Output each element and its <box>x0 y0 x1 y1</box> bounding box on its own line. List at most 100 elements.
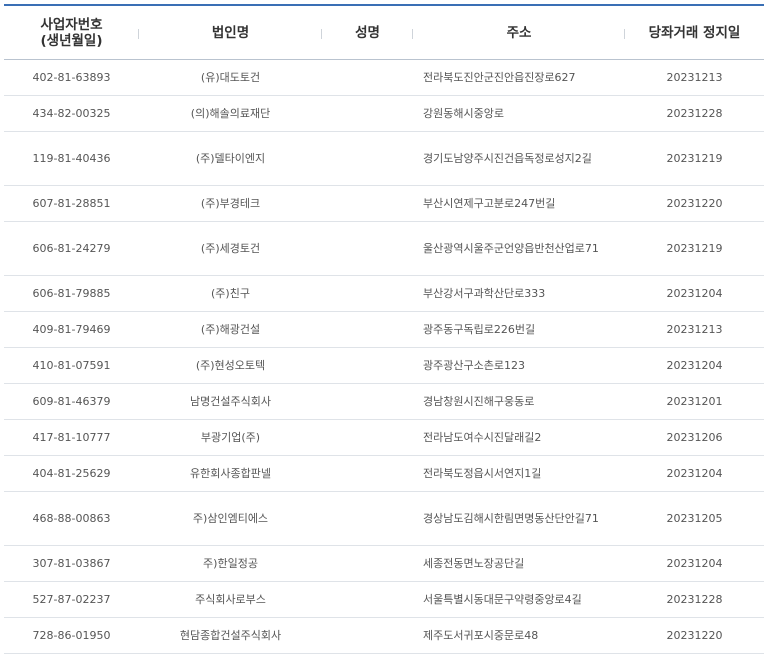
cell-corp-name: 주)삼인엠티에스 <box>139 491 322 546</box>
cell-address: 경남창원시진해구웅동로 <box>413 383 625 420</box>
cell-stop-date: 20231220 <box>625 617 764 654</box>
cell-address: 전라북도정읍시서연지1길 <box>413 455 625 492</box>
table-row: 409-81-79469 (주)해광건설 광주동구독립로226번길 20231213 <box>4 311 764 348</box>
cell-biz-no: 404-81-25629 <box>4 455 139 492</box>
cell-biz-no: 527-87-02237 <box>4 581 139 618</box>
cell-biz-no: 434-82-00325 <box>4 95 139 132</box>
cell-person-name <box>322 617 413 654</box>
cell-biz-no: 607-81-28851 <box>4 185 139 222</box>
table-row: 410-81-07591 (주)현성오토텍 광주광산구소촌로123 20231204 <box>4 347 764 384</box>
table-row: 468-88-00863 주)삼인엠티에스 경상남도김해시한림면명동산단안길71 20… <box>4 491 764 546</box>
cell-corp-name: (의)해솔의료재단 <box>139 95 322 132</box>
cell-address: 서울특별시동대문구약령중앙로4길 <box>413 581 625 618</box>
cell-corp-name: 현담종합건설주식회사 <box>139 617 322 654</box>
header-biz-no-line1: 사업자번호 <box>40 16 103 33</box>
cell-address: 울산광역시울주군언양읍반천산업로71 <box>413 221 625 276</box>
cell-address: 부산시연제구고분로247번길 <box>413 185 625 222</box>
cell-corp-name: 남명건설주식회사 <box>139 383 322 420</box>
cell-person-name <box>322 275 413 312</box>
header-biz-no-line2: (생년월일) <box>40 32 103 49</box>
cell-biz-no: 609-81-46379 <box>4 383 139 420</box>
cell-biz-no: 402-81-63893 <box>4 59 139 96</box>
table-row: 119-81-40436 (주)델타이엔지 경기도남양주시진건읍독정로성지2길 202… <box>4 131 764 186</box>
cell-biz-no: 606-81-79885 <box>4 275 139 312</box>
cell-corp-name: 유한회사종합판넬 <box>139 455 322 492</box>
table-row: 607-81-28851 (주)부경테크 부산시연제구고분로247번길 2023122… <box>4 185 764 222</box>
cell-biz-no: 119-81-40436 <box>4 131 139 186</box>
cell-address: 경상남도김해시한림면명동산단안길71 <box>413 491 625 546</box>
cell-biz-no: 410-81-07591 <box>4 347 139 384</box>
cell-stop-date: 20231204 <box>625 347 764 384</box>
table-row: 434-82-00325 (의)해솔의료재단 강원동해시중앙로 20231228 <box>4 95 764 132</box>
cell-address: 경기도남양주시진건읍독정로성지2길 <box>413 131 625 186</box>
suspended-accounts-table-wrapper: 사업자번호 (생년월일) 법인명 성명 주소 당좌거래 정지일 402-81-6… <box>4 4 764 654</box>
cell-address: 전라남도여수시진달래길2 <box>413 419 625 456</box>
cell-person-name <box>322 545 413 582</box>
cell-stop-date: 20231228 <box>625 95 764 132</box>
cell-person-name <box>322 311 413 348</box>
cell-stop-date: 20231204 <box>625 275 764 312</box>
table-row: 527-87-02237 주식회사로부스 서울특별시동대문구약령중앙로4길 20231… <box>4 581 764 618</box>
cell-address: 세종전동면노장공단길 <box>413 545 625 582</box>
table-body: 402-81-63893 (유)대도토건 전라북도진안군진안읍진장로627 20231… <box>4 59 764 654</box>
cell-biz-no: 728-86-01950 <box>4 617 139 654</box>
cell-address: 광주광산구소촌로123 <box>413 347 625 384</box>
cell-stop-date: 20231213 <box>625 311 764 348</box>
table-row: 606-81-79885 (주)친구 부산강서구과학산단로333 20231204 <box>4 275 764 312</box>
header-stop-date-label: 당좌거래 정지일 <box>648 24 741 41</box>
cell-stop-date: 20231204 <box>625 545 764 582</box>
cell-stop-date: 20231201 <box>625 383 764 420</box>
cell-person-name <box>322 455 413 492</box>
cell-address: 광주동구독립로226번길 <box>413 311 625 348</box>
cell-person-name <box>322 221 413 276</box>
cell-person-name <box>322 419 413 456</box>
header-row: 사업자번호 (생년월일) 법인명 성명 주소 당좌거래 정지일 <box>4 5 764 60</box>
cell-person-name <box>322 95 413 132</box>
cell-biz-no: 468-88-00863 <box>4 491 139 546</box>
cell-corp-name: (주)부경테크 <box>139 185 322 222</box>
table-row: 307-81-03867 주)한일정공 세종전동면노장공단길 20231204 <box>4 545 764 582</box>
cell-corp-name: (주)세경토건 <box>139 221 322 276</box>
table-row: 404-81-25629 유한회사종합판넬 전라북도정읍시서연지1길 20231204 <box>4 455 764 492</box>
cell-corp-name: (주)해광건설 <box>139 311 322 348</box>
cell-stop-date: 20231220 <box>625 185 764 222</box>
cell-stop-date: 20231205 <box>625 491 764 546</box>
cell-stop-date: 20231228 <box>625 581 764 618</box>
cell-biz-no: 417-81-10777 <box>4 419 139 456</box>
table-row: 609-81-46379 남명건설주식회사 경남창원시진해구웅동로 20231201 <box>4 383 764 420</box>
cell-person-name <box>322 383 413 420</box>
header-person-name-label: 성명 <box>355 24 380 41</box>
table-row: 417-81-10777 부광기업(주) 전라남도여수시진달래길2 20231206 <box>4 419 764 456</box>
header-address-label: 주소 <box>506 24 532 41</box>
cell-corp-name: 주)한일정공 <box>139 545 322 582</box>
cell-address: 제주도서귀포시중문로48 <box>413 617 625 654</box>
header-corp-name-label: 법인명 <box>211 24 250 41</box>
cell-corp-name: (유)대도토건 <box>139 59 322 96</box>
table-row: 606-81-24279 (주)세경토건 울산광역시울주군언양읍반천산업로71 202… <box>4 221 764 276</box>
cell-person-name <box>322 185 413 222</box>
cell-person-name <box>322 59 413 96</box>
cell-corp-name: (주)델타이엔지 <box>139 131 322 186</box>
cell-address: 부산강서구과학산단로333 <box>413 275 625 312</box>
suspended-accounts-table: 사업자번호 (생년월일) 법인명 성명 주소 당좌거래 정지일 402-81-6… <box>4 4 764 654</box>
cell-stop-date: 20231219 <box>625 221 764 276</box>
cell-person-name <box>322 131 413 186</box>
cell-address: 전라북도진안군진안읍진장로627 <box>413 59 625 96</box>
table-header: 사업자번호 (생년월일) 법인명 성명 주소 당좌거래 정지일 <box>4 5 764 60</box>
header-biz-no: 사업자번호 (생년월일) <box>4 5 139 60</box>
cell-corp-name: (주)현성오토텍 <box>139 347 322 384</box>
header-stop-date: 당좌거래 정지일 <box>625 5 764 60</box>
cell-person-name <box>322 491 413 546</box>
table-row: 402-81-63893 (유)대도토건 전라북도진안군진안읍진장로627 20231… <box>4 59 764 96</box>
cell-stop-date: 20231204 <box>625 455 764 492</box>
cell-biz-no: 606-81-24279 <box>4 221 139 276</box>
header-person-name: 성명 <box>322 5 413 60</box>
header-corp-name: 법인명 <box>139 5 322 60</box>
cell-stop-date: 20231213 <box>625 59 764 96</box>
cell-biz-no: 409-81-79469 <box>4 311 139 348</box>
cell-person-name <box>322 347 413 384</box>
cell-stop-date: 20231219 <box>625 131 764 186</box>
header-address: 주소 <box>413 5 625 60</box>
cell-corp-name: (주)친구 <box>139 275 322 312</box>
cell-biz-no: 307-81-03867 <box>4 545 139 582</box>
